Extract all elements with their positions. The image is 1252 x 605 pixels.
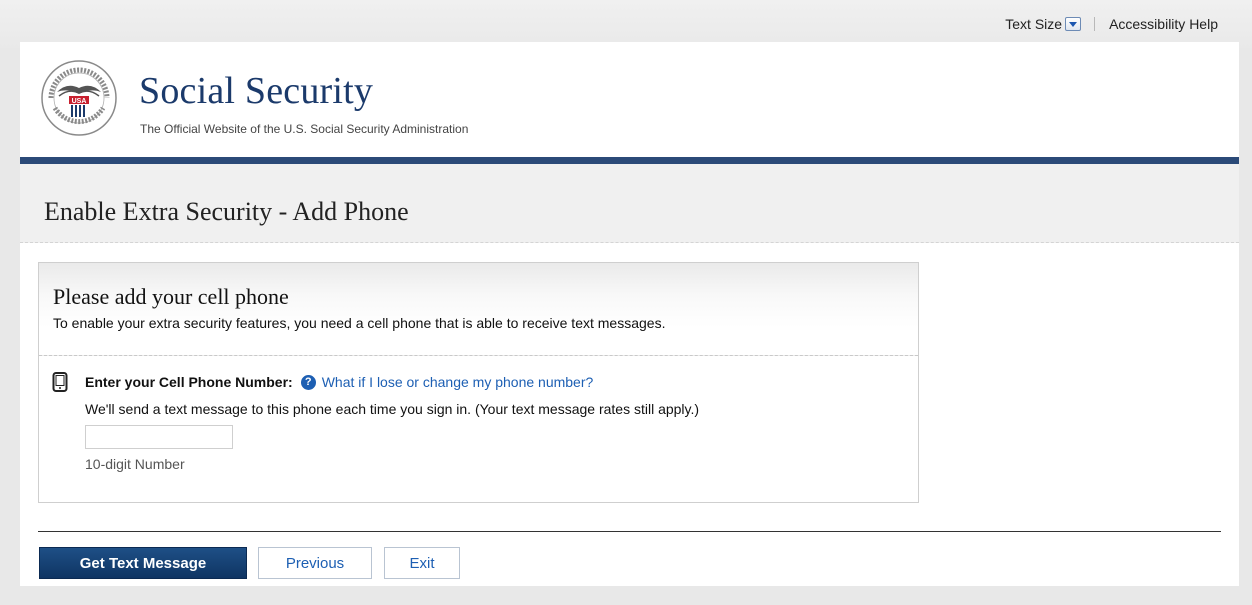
header-divider: [20, 157, 1239, 164]
card-header: Please add your cell phone To enable you…: [39, 263, 918, 356]
help-question-icon[interactable]: ?: [300, 374, 316, 390]
text-size-dropdown-icon[interactable]: [1065, 17, 1082, 31]
actions-divider: [38, 531, 1221, 532]
text-size-control[interactable]: Text Size: [1005, 16, 1082, 32]
site-title[interactable]: Social Security: [139, 72, 373, 110]
utility-divider: [1094, 17, 1096, 31]
site-header: USA Social Security The Official Website…: [20, 42, 1239, 157]
phone-description: We'll send a text message to this phone …: [85, 401, 700, 417]
accessibility-help-link[interactable]: Accessibility Help: [1109, 16, 1218, 32]
ssa-seal-logo[interactable]: USA: [39, 58, 119, 138]
card-description: To enable your extra security features, …: [53, 315, 666, 331]
utility-links: Text Size Accessibility Help: [1005, 16, 1218, 32]
previous-button[interactable]: Previous: [258, 547, 372, 579]
exit-button[interactable]: Exit: [384, 547, 460, 579]
phone-label-row: Enter your Cell Phone Number: ? What if …: [85, 374, 593, 390]
lose-phone-help-link[interactable]: What if I lose or change my phone number…: [322, 374, 594, 390]
phone-format-hint: 10-digit Number: [85, 456, 185, 472]
cell-phone-input[interactable]: [85, 425, 233, 449]
card-title: Please add your cell phone: [53, 284, 289, 309]
phone-number-label: Enter your Cell Phone Number:: [85, 374, 293, 390]
svg-text:USA: USA: [72, 98, 87, 105]
page-container: USA Social Security The Official Website…: [20, 42, 1239, 586]
site-subtitle: The Official Website of the U.S. Social …: [140, 122, 469, 136]
text-size-label: Text Size: [1005, 16, 1063, 32]
page-title: Enable Extra Security - Add Phone: [44, 197, 409, 226]
mobile-phone-icon: [52, 372, 68, 392]
page-title-band: Enable Extra Security - Add Phone: [20, 164, 1239, 243]
utility-bar: Text Size Accessibility Help: [0, 0, 1252, 48]
add-phone-card: Please add your cell phone To enable you…: [38, 262, 919, 503]
get-text-message-button[interactable]: Get Text Message: [39, 547, 247, 579]
